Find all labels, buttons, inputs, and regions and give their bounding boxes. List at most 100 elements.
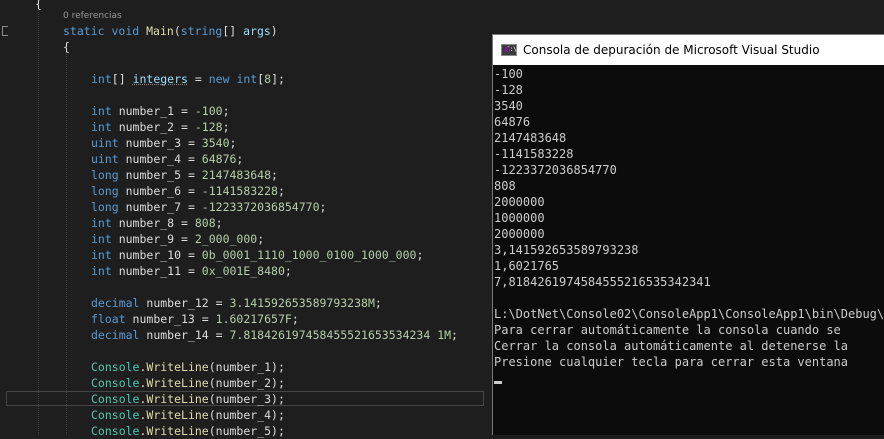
call-arguments: (number_5); [208,424,285,438]
code-line-declaration[interactable]: int number_9 = 2_000_000; [91,231,264,247]
codelens-references[interactable]: 0 referencias [63,9,122,23]
code-line-declaration[interactable]: int number_1 = -100; [91,103,230,119]
method-name: WriteLine [146,376,209,390]
variable-name: number_3 = [118,136,202,150]
variable-name: number_12 = [139,296,230,310]
console-cursor [494,381,502,384]
literal-value: 2_000_000 [194,232,258,246]
call-arguments: (number_3); [208,392,285,406]
code-line-declaration[interactable]: int number_8 = 808; [91,215,223,231]
variable-name: number_11 = [111,264,202,278]
variable-name: number_4 = [118,152,202,166]
literal-value: 808 [194,216,216,230]
variable-name: number_2 = [111,120,195,134]
code-line-declaration[interactable]: int number_2 = -128; [91,119,230,135]
code-line-declaration[interactable]: uint number_3 = 3540; [91,135,236,151]
code-line-writeline[interactable]: Console.WriteLine(number_5); [91,423,285,439]
variable-name: number_5 = [118,168,202,182]
semicolon: ; [291,312,299,326]
console-title: Consola de depuración de Microsoft Visua… [523,43,820,57]
type-keyword: long [91,200,119,214]
code-line-declaration[interactable]: long number_7 = -1223372036854770; [91,199,326,215]
semicolon: ; [271,168,278,182]
semicolon: ; [416,248,424,262]
semicolon: ; [236,152,244,166]
class-name: Console [91,376,140,390]
console-output-line: -100 [494,67,523,81]
console-output-line: 7,8184261974584555216535342341 [494,275,711,289]
literal-value: -100 [194,104,223,118]
console-output-line: -1223372036854770 [494,163,617,177]
console-output-line: -1141583228 [494,147,574,161]
class-name: Console [91,424,140,438]
class-name: Console [91,392,140,406]
literal-value: -128 [194,120,223,134]
variable-name: number_13 = [125,312,216,326]
console-output-line: 1000000 [494,211,545,225]
variable-name: number_6 = [118,184,202,198]
type-keyword: int [91,232,112,246]
variable-name: number_7 = [118,200,202,214]
code-line-writeline[interactable]: Console.WriteLine(number_1); [91,359,285,375]
console-output-line: 3540 [494,99,523,113]
type-keyword: uint [91,136,119,150]
code-line-declaration[interactable]: decimal number_14 = 7.818426197458455521… [91,327,458,343]
semicolon: ; [284,264,292,278]
class-name: Console [91,360,140,374]
code-line[interactable]: { [63,39,70,55]
code-line-declaration[interactable]: float number_13 = 1.60217657F; [91,311,299,327]
semicolon: ; [374,296,382,310]
code-line-main-signature[interactable]: static void Main(string[] args) [63,23,278,39]
literal-value: 7.818426197458455521653534234 1M [229,328,452,342]
console-output-line: Cerrar la consola automáticamente al det… [494,339,849,353]
type-keyword: decimal [91,328,140,342]
semicolon: ; [222,120,230,134]
code-line-writeline[interactable]: Console.WriteLine(number_3); [91,391,285,407]
code-line-declaration[interactable]: decimal number_12 = 3.141592653589793238… [91,295,382,311]
console-output-line: 2147483648 [494,131,567,145]
method-name: WriteLine [146,392,209,406]
code-line-declaration[interactable]: int number_11 = 0x_001E_8480; [91,263,292,279]
semicolon: ; [215,216,223,230]
type-keyword: decimal [91,296,140,310]
literal-value: 1.60217657F [215,312,292,326]
indent-guide [38,0,39,435]
variable-name: number_9 = [111,232,195,246]
type-keyword: int [91,264,112,278]
console-output-line: Presione cualquier tecla para cerrar est… [494,355,849,369]
console-output: -100 -128 3540 64876 2147483648 -1141583228 -1… [494,66,884,370]
variable-name: number_14 = [139,328,230,342]
semicolon: ; [277,184,285,198]
console-output-line: 1,6021765 [494,259,560,273]
debug-console-window[interactable]: C:\ Consola de depuración de Microsoft V… [492,34,884,435]
call-arguments: (number_1); [208,360,285,374]
semicolon: ; [257,232,265,246]
code-line[interactable]: { [35,0,42,12]
code-line-declaration[interactable]: uint number_4 = 64876; [91,151,243,167]
method-name: WriteLine [146,424,209,438]
code-line-writeline[interactable]: Console.WriteLine(number_2); [91,375,285,391]
type-keyword: int [91,120,112,134]
call-arguments: (number_4); [208,408,285,422]
code-line-declaration[interactable]: int number_10 = 0b_0001_1110_1000_0100_1… [91,247,423,263]
console-output-line: 2000000 [494,195,545,209]
semicolon: ; [222,104,230,118]
type-keyword: long [91,168,119,182]
console-titlebar[interactable]: C:\ Consola de depuración de Microsoft V… [493,35,884,65]
literal-value: 0x_001E_8480 [201,264,285,278]
code-line-declaration[interactable]: long number_6 = -1141583228; [91,183,285,199]
code-line-writeline[interactable]: Console.WriteLine(number_4); [91,407,285,423]
code-line-array-decl[interactable]: int[] integers = new int[8]; [91,71,285,87]
literal-value: 0b_0001_1110_1000_0100_1000_000 [201,248,417,262]
semicolon: ; [451,328,458,342]
type-keyword: int [91,104,112,118]
console-output-line: 3,141592653589793238 [494,243,639,257]
semicolon: ; [319,200,327,214]
console-output-line: L:\DotNet\Console02\ConsoleApp1\ConsoleA… [494,307,884,321]
console-output-line: Para cerrar automáticamente la consola c… [494,323,841,337]
type-keyword: uint [91,152,119,166]
code-line-declaration[interactable]: long number_5 = 2147483648; [91,167,278,183]
class-name: Console [91,408,140,422]
collapse-marker[interactable] [2,26,8,36]
literal-value: -1223372036854770 [201,200,320,214]
